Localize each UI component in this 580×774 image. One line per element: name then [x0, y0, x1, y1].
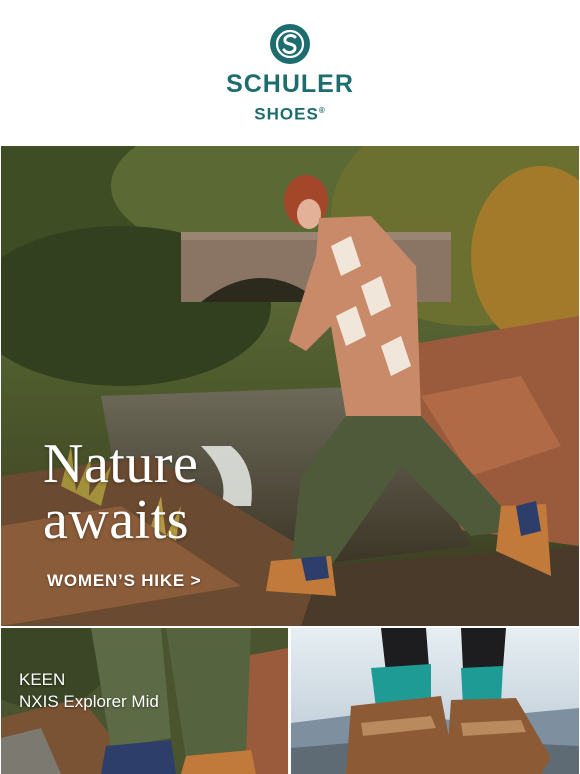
product-tile-boots[interactable] [291, 628, 579, 774]
email-header: SCHULER SHOES® [0, 0, 580, 146]
hero-title: Nature awaits [43, 436, 198, 548]
hero-image [1, 146, 579, 626]
womens-hike-link[interactable]: WOMEN’S HIKE > [47, 571, 201, 591]
hero-banner[interactable]: Nature awaits WOMEN’S HIKE > [1, 146, 579, 626]
hero-title-line1: Nature [43, 433, 199, 495]
brand-sub-text: SHOES [254, 104, 319, 124]
registered-mark: ® [318, 106, 326, 115]
brand-name[interactable]: SCHULER [0, 70, 580, 98]
tile-brand: KEEN [19, 670, 66, 689]
product-tile-keen[interactable]: KEEN NXIS Explorer Mid [1, 628, 288, 774]
hero-title-line2: awaits [43, 489, 190, 551]
s-monogram-icon[interactable] [269, 23, 311, 65]
tile-model: NXIS Explorer Mid [19, 692, 159, 711]
product-image-boots [291, 628, 579, 774]
brand-subtitle: SHOES® [0, 101, 580, 125]
